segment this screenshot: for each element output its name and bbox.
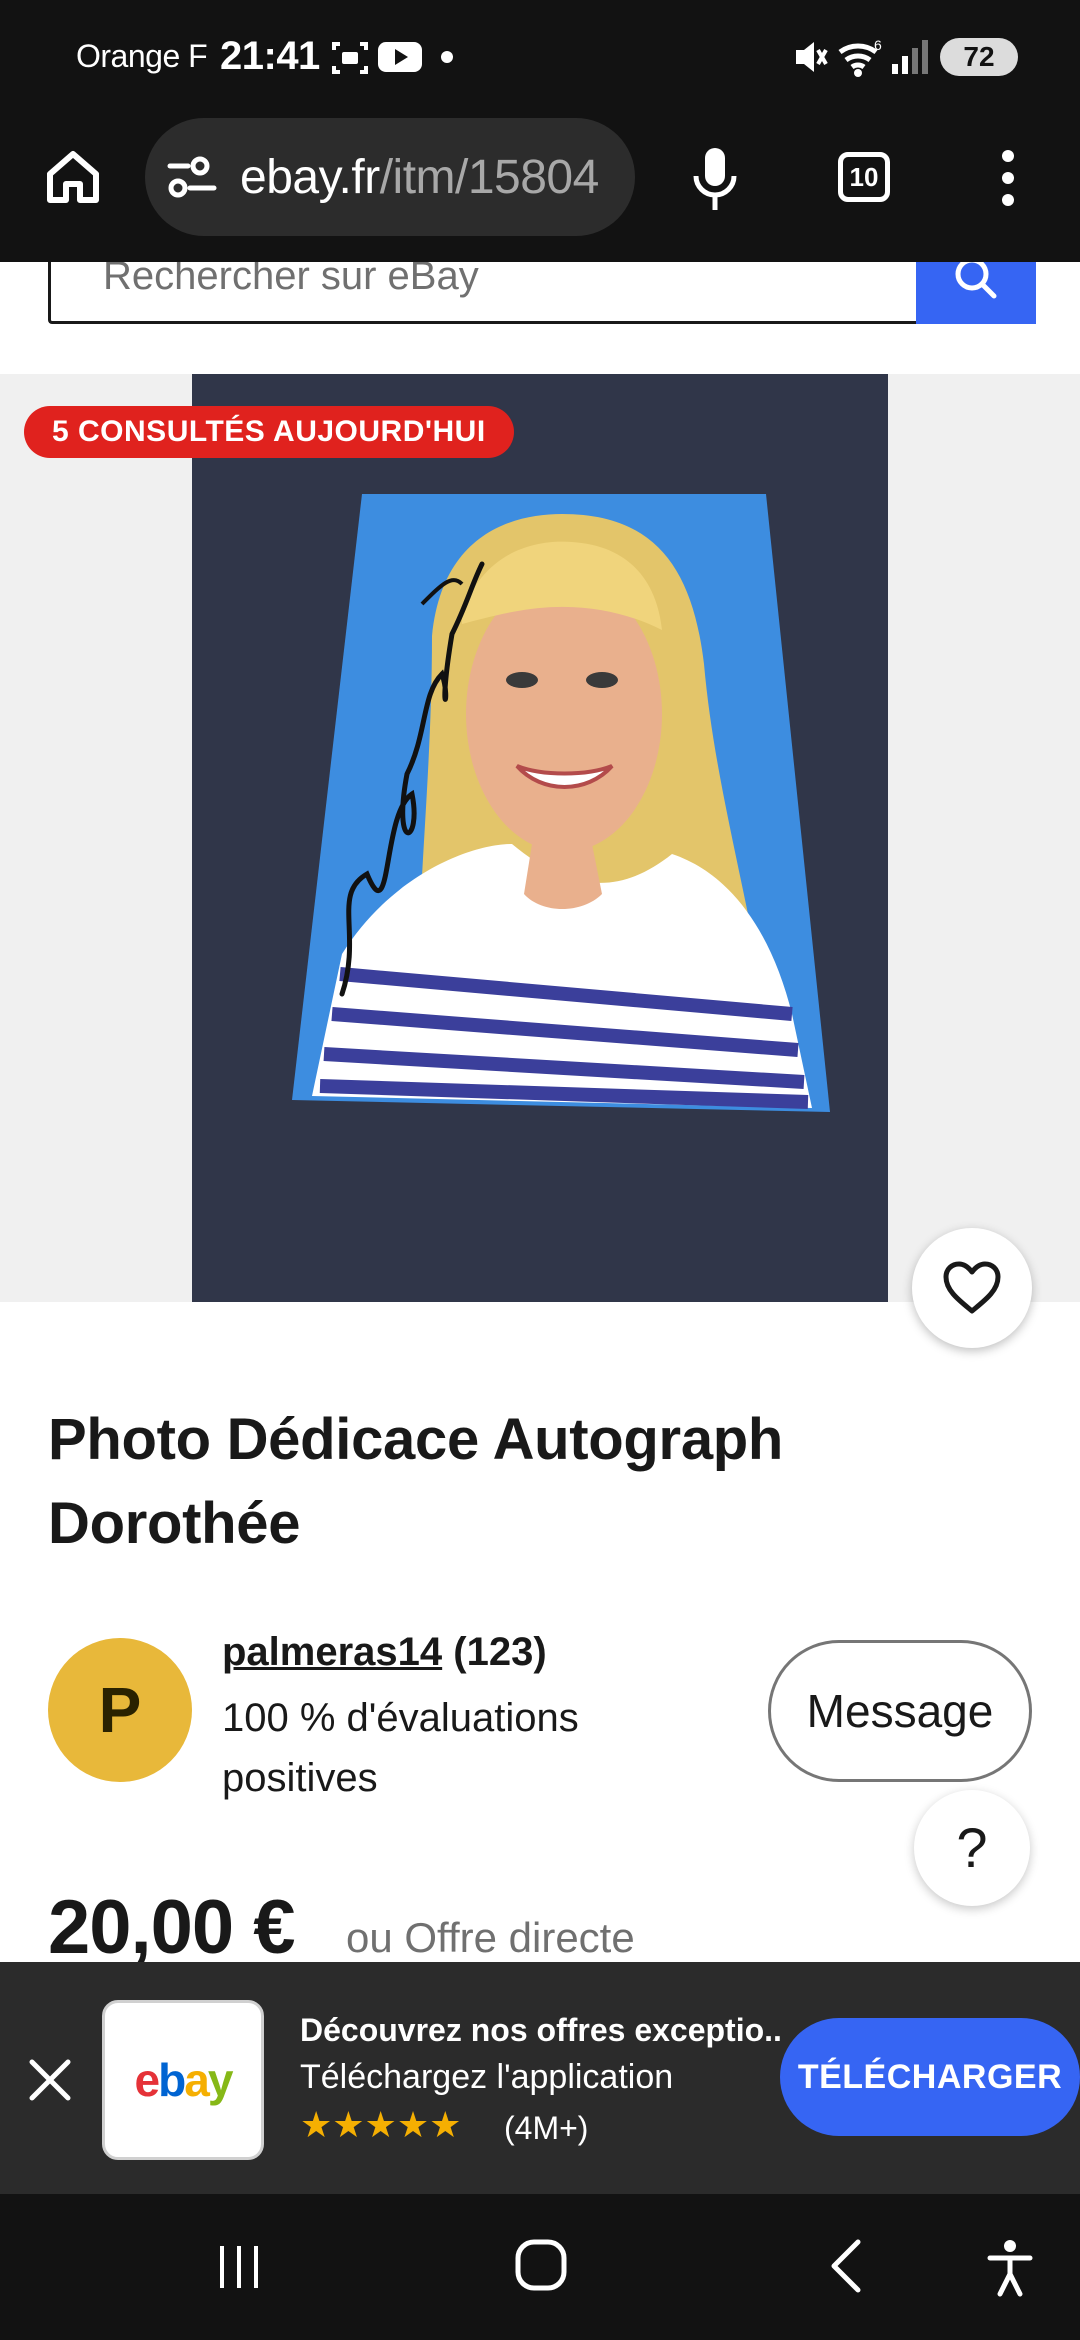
heart-icon: [943, 1261, 1001, 1314]
site-settings-icon[interactable]: [166, 156, 218, 200]
search-input[interactable]: Rechercher sur eBay: [48, 262, 916, 324]
search-button[interactable]: [916, 262, 1036, 324]
status-bar: Orange F 21:41 6 72: [0, 0, 1080, 120]
signal-icon: [892, 40, 928, 74]
system-navigation-bar: [0, 2194, 1080, 2340]
accessibility-icon[interactable]: [986, 2238, 1034, 2298]
carrier-name: Orange F: [76, 38, 208, 74]
rating-stars-icon: ★★★★★: [300, 2104, 462, 2145]
banner-subtitle: Téléchargez l'application: [300, 2058, 674, 2096]
tab-switcher-button[interactable]: 10: [838, 152, 890, 202]
message-seller-button[interactable]: Message: [768, 1640, 1032, 1782]
close-icon[interactable]: [22, 2052, 78, 2108]
seller-info: palmeras14 (123): [222, 1630, 547, 1675]
youtube-icon: [378, 42, 422, 72]
seller-name-link[interactable]: palmeras14: [222, 1630, 442, 1674]
help-button[interactable]: ?: [914, 1790, 1030, 1906]
wifi-icon: 6: [838, 37, 882, 77]
ebay-app-logo: ebay: [102, 2000, 264, 2160]
listing-title: Photo Dédicace Autograph Dorothée: [48, 1407, 784, 1556]
mute-icon: [796, 42, 828, 72]
search-icon: [955, 262, 997, 299]
home-icon[interactable]: [42, 146, 104, 208]
autograph-photo-image: [192, 374, 888, 1302]
views-today-badge: 5 CONSULTÉS AUJOURD'HUI: [24, 406, 514, 458]
home-nav-icon[interactable]: [514, 2238, 568, 2292]
dot-icon: [441, 51, 453, 63]
url-path: /itm/15804: [379, 151, 600, 204]
seller-avatar[interactable]: P: [48, 1638, 192, 1782]
url-domain: ebay.fr: [240, 151, 380, 204]
watchlist-button[interactable]: [912, 1228, 1032, 1348]
back-icon[interactable]: [826, 2238, 866, 2294]
svg-text:6: 6: [874, 37, 882, 53]
url-text[interactable]: ebay.fr/itm/15804: [240, 150, 615, 206]
battery-level: 72: [940, 38, 1018, 76]
download-app-button[interactable]: TÉLÉCHARGER: [780, 2018, 1080, 2136]
price: 20,00 €: [48, 1885, 296, 1970]
banner-title: Découvrez nos offres exceptio...: [300, 2012, 780, 2048]
overflow-menu-icon[interactable]: [998, 148, 1018, 208]
rating-count: (4M+): [504, 2110, 589, 2146]
listing-photo[interactable]: [192, 374, 888, 1302]
search-bar: Rechercher sur eBay: [0, 262, 1080, 372]
microphone-icon[interactable]: [690, 146, 740, 212]
seller-rating: 100 % d'évaluations positives: [222, 1696, 579, 1800]
recent-apps-icon[interactable]: [214, 2242, 264, 2292]
best-offer-label: ou Offre directe: [346, 1914, 635, 1961]
clock: 21:41: [220, 34, 320, 78]
screenshot-icon: [332, 42, 368, 74]
seller-feedback-count: (123): [453, 1630, 547, 1674]
image-gallery[interactable]: [0, 374, 1080, 1302]
